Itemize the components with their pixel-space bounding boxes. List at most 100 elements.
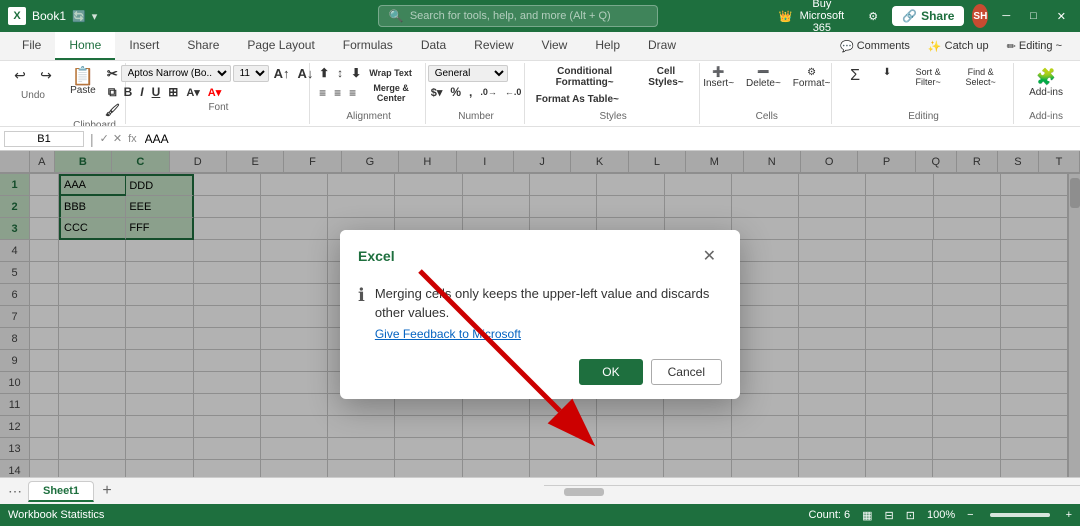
align-center-button[interactable]: ≡: [331, 82, 344, 104]
tab-data[interactable]: Data: [407, 32, 460, 60]
view-break-icon[interactable]: ⊡: [906, 509, 915, 522]
search-box[interactable]: 🔍 Search for tools, help, and more (Alt …: [378, 5, 658, 27]
status-bar: Workbook Statistics Count: 6 ▦ ⊟ ⊡ 100% …: [0, 504, 1080, 526]
feedback-link[interactable]: Give Feedback to Microsoft: [375, 327, 722, 341]
insert-cells-button[interactable]: ➕ Insert~: [699, 65, 738, 91]
editing-button[interactable]: ✏ Editing ~: [1001, 38, 1068, 55]
paste-button[interactable]: 📋 Paste: [66, 65, 100, 98]
formula-input[interactable]: [141, 132, 1076, 146]
title-bar: X Book1 🔄 ▾ 🔍 Search for tools, help, an…: [0, 0, 1080, 32]
undo-group: ↩ ↪ Undo: [4, 63, 62, 124]
number-format-select[interactable]: General: [428, 65, 508, 82]
ok-button[interactable]: OK: [579, 359, 642, 385]
minimize-button[interactable]: ─: [996, 8, 1016, 24]
fill-button[interactable]: ⬇: [872, 65, 902, 80]
currency-button[interactable]: $▾: [428, 84, 446, 100]
comments-icon: 💬: [840, 40, 854, 53]
workbook-statistics[interactable]: Workbook Statistics: [8, 509, 104, 521]
close-button[interactable]: ✕: [1051, 8, 1072, 25]
delete-cells-button[interactable]: ➖ Delete~: [742, 65, 785, 91]
underline-button[interactable]: U: [149, 84, 164, 100]
add-sheet-button[interactable]: +: [96, 480, 118, 502]
tab-share[interactable]: Share: [173, 32, 233, 60]
align-top-button[interactable]: ⬆: [316, 65, 332, 81]
align-middle-button[interactable]: ↕: [334, 65, 346, 81]
font-color-button[interactable]: A▾: [205, 85, 224, 100]
name-box[interactable]: B1: [4, 131, 84, 147]
italic-button[interactable]: I: [137, 84, 146, 100]
excel-dialog: Excel ✕ ℹ Merging cells only keeps the u…: [340, 230, 740, 399]
function-wizard-button[interactable]: ✓: [100, 132, 109, 145]
catch-up-button[interactable]: ✨ Catch up: [922, 38, 995, 55]
tab-formulas[interactable]: Formulas: [329, 32, 407, 60]
share-icon: 🔗: [902, 9, 917, 23]
tab-home[interactable]: Home: [55, 32, 115, 60]
merge-center-button[interactable]: Merge & Center: [361, 82, 421, 104]
zoom-slider[interactable]: [990, 513, 1050, 517]
tab-draw[interactable]: Draw: [634, 32, 690, 60]
ribbon-content: ↩ ↪ Undo 📋 Paste ✂ ⧉ 🖌 Cli: [0, 61, 1080, 127]
format-as-table-button[interactable]: Format As Table~: [533, 93, 622, 106]
increase-font-button[interactable]: A↑: [271, 65, 293, 82]
autosum-button[interactable]: Σ: [840, 65, 870, 87]
formula-bar-divider: |: [90, 131, 94, 147]
tab-file[interactable]: File: [8, 32, 55, 60]
align-left-button[interactable]: ≡: [316, 82, 329, 104]
align-right-button[interactable]: ≡: [346, 82, 359, 104]
wrap-text-button[interactable]: Wrap Text: [366, 65, 415, 81]
comma-button[interactable]: ,: [466, 84, 475, 100]
number-group-label: Number: [458, 111, 494, 122]
font-name-select[interactable]: Aptos Narrow (Bo...: [121, 65, 231, 82]
font-size-select[interactable]: 11: [233, 65, 269, 82]
dialog-close-button[interactable]: ✕: [697, 244, 722, 268]
border-button[interactable]: ⊞: [165, 84, 181, 100]
percent-button[interactable]: %: [447, 84, 464, 100]
view-normal-icon[interactable]: ▦: [862, 509, 872, 522]
horizontal-scrollbar[interactable]: [544, 485, 1080, 497]
addins-group: 🧩 Add-ins Add-ins: [1016, 63, 1076, 124]
zoom-out-icon[interactable]: −: [967, 509, 973, 521]
view-layout-icon[interactable]: ⊟: [885, 509, 894, 522]
redo-button[interactable]: ↪: [34, 65, 58, 86]
count-display: Count: 6: [809, 509, 851, 521]
insert-icon: ➕: [712, 67, 724, 78]
scroll-sheets-left[interactable]: ⋯: [4, 481, 26, 502]
cell-styles-button[interactable]: Cell Styles~: [638, 65, 693, 89]
format-cells-button[interactable]: ⚙ Format~: [789, 65, 835, 91]
zoom-in-icon[interactable]: +: [1066, 509, 1072, 521]
share-button[interactable]: 🔗 Share: [892, 6, 964, 26]
comments-button[interactable]: 💬 Comments: [834, 38, 916, 55]
styles-group-label: Styles: [599, 111, 626, 122]
format-painter-button[interactable]: 🖌: [102, 102, 123, 118]
conditional-formatting-button[interactable]: Conditional Formatting~: [533, 65, 637, 89]
find-select-button[interactable]: Find & Select~: [954, 65, 1007, 89]
tab-page-layout[interactable]: Page Layout: [233, 32, 328, 60]
sigma-icon: Σ: [850, 67, 860, 85]
tab-help[interactable]: Help: [581, 32, 634, 60]
pencil-icon: ✏: [1007, 40, 1016, 53]
tab-view[interactable]: View: [528, 32, 582, 60]
sheet-tab-sheet1[interactable]: Sheet1: [28, 481, 94, 502]
ribbon-tabs: File Home Insert Share Page Layout Formu…: [0, 32, 1080, 61]
buy-microsoft-button[interactable]: 👑 Buy Microsoft 365: [773, 0, 854, 36]
cancel-button[interactable]: Cancel: [651, 359, 722, 385]
fx-button[interactable]: fx: [128, 133, 137, 145]
settings-button[interactable]: ⚙: [862, 8, 884, 25]
font-group-label: Font: [208, 102, 228, 113]
align-bottom-button[interactable]: ⬇: [348, 65, 364, 81]
add-ins-button[interactable]: 🧩 Add-ins: [1025, 65, 1067, 100]
tab-review[interactable]: Review: [460, 32, 527, 60]
bold-button[interactable]: B: [121, 84, 136, 100]
app-icon: X: [8, 7, 26, 25]
decrease-decimal-button[interactable]: ←.0: [502, 84, 525, 100]
cancel-entry-button[interactable]: ✕: [113, 132, 122, 145]
undo-button[interactable]: ↩: [8, 65, 32, 86]
restore-button[interactable]: □: [1024, 8, 1043, 24]
dialog-header: Excel ✕: [340, 230, 740, 274]
cells-group: ➕ Insert~ ➖ Delete~ ⚙ Format~ Cells: [702, 63, 832, 124]
zoom-level: 100%: [927, 509, 955, 521]
increase-decimal-button[interactable]: .0→: [477, 84, 500, 100]
sort-filter-button[interactable]: Sort & Filter~: [904, 65, 952, 89]
fill-color-button[interactable]: A▾: [183, 85, 202, 100]
tab-insert[interactable]: Insert: [115, 32, 173, 60]
